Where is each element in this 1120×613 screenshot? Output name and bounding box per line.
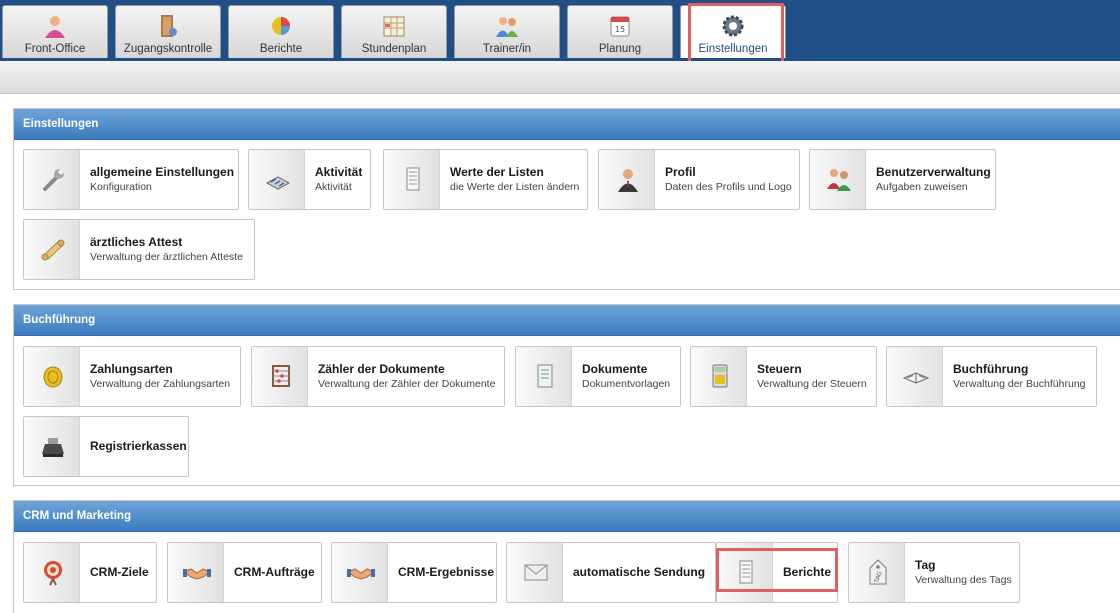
tab-label: Trainer/in <box>482 43 532 55</box>
tab-label: Berichte <box>259 43 303 55</box>
card-subtitle: Verwaltung der Zähler der Dokumente <box>318 378 496 390</box>
handshake-icon <box>183 568 211 580</box>
document-icon <box>537 364 553 388</box>
card-crm-auftraege[interactable]: CRM-Aufträge <box>167 542 322 603</box>
tag-icon: TAG <box>869 559 887 585</box>
tab-label: Front-Office <box>24 43 86 55</box>
card-registrierkassen[interactable]: Registrierkassen <box>23 416 189 477</box>
cash-register-icon <box>42 438 64 457</box>
card-title: Registrierkassen <box>90 439 187 453</box>
door-icon <box>161 15 177 37</box>
card-title: Dokumente <box>582 362 648 376</box>
card-dokumente[interactable]: Dokumente Dokumentvorlagen <box>515 346 681 407</box>
users-icon <box>827 169 851 191</box>
wrench-icon <box>43 169 64 191</box>
sub-toolbar <box>0 61 1120 94</box>
envelope-icon <box>524 564 548 581</box>
section-crm-und-marketing: CRM und Marketing CRM-Ziele CRM-Aufträge… <box>13 500 1120 613</box>
handshake-icon <box>347 568 375 580</box>
section-title: Buchführung <box>14 305 1120 336</box>
tab-label: Planung <box>598 43 642 55</box>
card-werte-der-listen[interactable]: Werte der Listen die Werte der Listen än… <box>383 149 588 210</box>
card-zahlungsarten[interactable]: Zahlungsarten Verwaltung der Zahlungsart… <box>23 346 241 407</box>
card-subtitle: Konfiguration <box>90 181 152 193</box>
pie-chart-icon <box>272 17 290 35</box>
card-title: Steuern <box>757 362 802 376</box>
card-title: CRM-Ergebnisse <box>398 565 495 579</box>
tab-zugangskontrolle[interactable]: Zugangskontrolle <box>115 5 221 58</box>
calendar-grid-icon <box>383 16 405 37</box>
card-title: Aktivität <box>315 165 363 179</box>
card-buchfuehrung[interactable]: Buchführung Verwaltung der Buchführung <box>886 346 1097 407</box>
tab-planung[interactable]: 15 Planung <box>567 5 673 58</box>
svg-text:15: 15 <box>615 25 625 34</box>
coin-icon <box>43 366 63 388</box>
scroll-icon <box>41 239 65 261</box>
card-title: allgemeine Einstellungen <box>90 165 235 179</box>
section-buchfuehrung: Buchführung Zahlungsarten Verwaltung der… <box>13 304 1120 486</box>
tab-label: Stundenplan <box>361 43 427 55</box>
card-subtitle: Daten des Profils und Logo <box>665 181 792 193</box>
card-subtitle: Aktivität <box>315 181 352 193</box>
calculator-icon <box>712 364 728 388</box>
card-subtitle: Aufgaben zuweisen <box>876 181 968 193</box>
card-tag[interactable]: TAG Tag Verwaltung des Tags <box>848 542 1020 603</box>
card-automatische-sendung[interactable]: automatische Sendung <box>506 542 716 603</box>
card-allgemeine-einstellungen[interactable]: allgemeine Einstellungen Konfiguration <box>23 149 239 210</box>
card-subtitle: Verwaltung der Zahlungsarten <box>90 378 231 390</box>
list-document-icon <box>406 167 420 191</box>
card-title: Buchführung <box>953 362 1029 376</box>
card-title: CRM-Ziele <box>90 565 149 579</box>
card-zaehler-der-dokumente[interactable]: Zähler der Dokumente Verwaltung der Zähl… <box>251 346 505 407</box>
card-subtitle: Verwaltung des Tags <box>915 574 1012 586</box>
card-title: Benutzerverwaltung <box>876 165 991 179</box>
card-title: Zähler der Dokumente <box>318 362 445 376</box>
card-steuern[interactable]: Steuern Verwaltung der Steuern <box>690 346 877 407</box>
card-title: automatische Sendung <box>573 565 706 579</box>
card-aktivitaet[interactable]: Aktivität Aktivität <box>248 149 371 210</box>
activity-icon <box>265 176 291 190</box>
people-icon <box>496 17 518 37</box>
card-title: Werte der Listen <box>450 165 544 179</box>
card-profil[interactable]: Profil Daten des Profils und Logo <box>598 149 800 210</box>
highlight-box <box>688 3 784 69</box>
tab-berichte[interactable]: Berichte <box>228 5 334 58</box>
tab-front-office[interactable]: Front-Office <box>2 5 108 58</box>
section-title: Einstellungen <box>14 109 1120 140</box>
person-icon <box>45 16 65 38</box>
highlight-box <box>716 548 838 592</box>
card-title: ärztliches Attest <box>90 235 183 249</box>
card-subtitle: Verwaltung der ärztlichen Atteste <box>90 251 243 263</box>
card-subtitle: die Werte der Listen ändern <box>450 181 580 193</box>
ledger-icon <box>902 372 930 384</box>
tab-trainer[interactable]: Trainer/in <box>454 5 560 58</box>
calendar-icon: 15 <box>610 16 630 37</box>
tab-label: Zugangskontrolle <box>123 43 213 55</box>
card-subtitle: Verwaltung der Buchführung <box>953 378 1086 390</box>
card-title: CRM-Aufträge <box>234 565 315 579</box>
card-title: Tag <box>915 558 936 572</box>
card-crm-ziele[interactable]: CRM-Ziele <box>23 542 157 603</box>
card-title: Profil <box>665 165 696 179</box>
card-subtitle: Verwaltung der Steuern <box>757 378 867 390</box>
target-icon <box>44 561 62 586</box>
profile-icon <box>618 169 638 192</box>
top-navigation: Front-Office Zugangskontrolle Berichte S… <box>0 0 1120 61</box>
card-aerztliches-attest[interactable]: ärztliches Attest Verwaltung der ärztlic… <box>23 219 255 280</box>
card-benutzerverwaltung[interactable]: Benutzerverwaltung Aufgaben zuweisen <box>809 149 996 210</box>
section-einstellungen: Einstellungen allgemeine Einstellungen K… <box>13 108 1120 290</box>
tab-stundenplan[interactable]: Stundenplan <box>341 5 447 58</box>
abacus-icon <box>272 365 290 387</box>
card-title: Zahlungsarten <box>90 362 173 376</box>
card-crm-ergebnisse[interactable]: CRM-Ergebnisse <box>331 542 497 603</box>
card-subtitle: Dokumentvorlagen <box>582 378 671 390</box>
section-title: CRM und Marketing <box>14 501 1120 532</box>
